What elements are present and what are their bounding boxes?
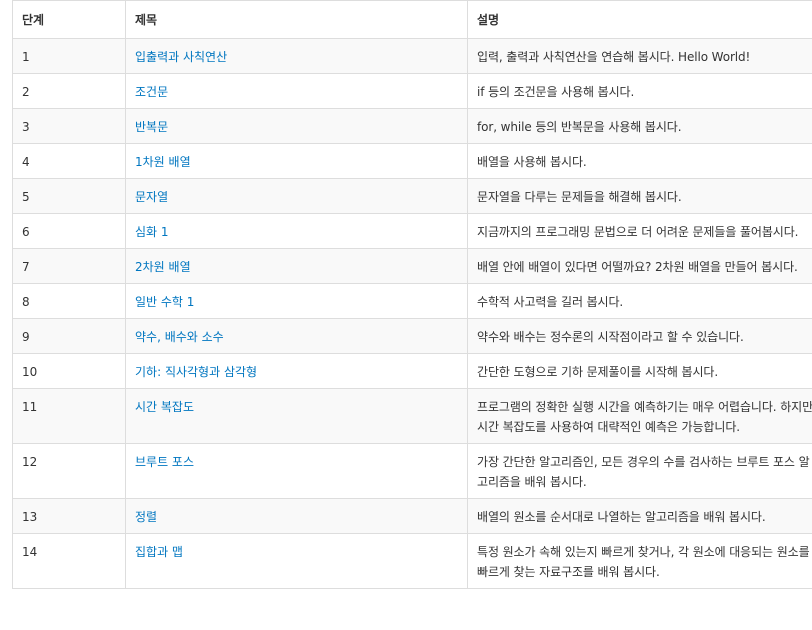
table-row: 2 조건문 if 등의 조건문을 사용해 봅시다. — [12, 73, 812, 109]
row-title-link[interactable]: 집합과 맵 — [135, 545, 183, 559]
row-title-link[interactable]: 심화 1 — [135, 225, 169, 239]
table-body: 1 입출력과 사칙연산 입력, 출력과 사칙연산을 연습해 봅시다. Hello… — [12, 38, 812, 589]
row-title-cell: 1차원 배열 — [125, 143, 468, 179]
row-title-link[interactable]: 반복문 — [135, 120, 168, 134]
row-description: 약수와 배수는 정수론의 시작점이라고 할 수 있습니다. — [467, 318, 812, 354]
row-title-link[interactable]: 일반 수학 1 — [135, 295, 194, 309]
row-step: 13 — [12, 498, 126, 534]
row-title-link[interactable]: 브루트 포스 — [135, 455, 194, 469]
row-title-link[interactable]: 문자열 — [135, 190, 168, 204]
table-row: 5 문자열 문자열을 다루는 문제들을 해결해 봅시다. — [12, 178, 812, 214]
row-description: 가장 간단한 알고리즘인, 모든 경우의 수를 검사하는 브루트 포스 알고리즘… — [467, 443, 812, 499]
row-title-link[interactable]: 정렬 — [135, 510, 157, 524]
row-title-cell: 집합과 맵 — [125, 533, 468, 589]
row-description: 문자열을 다루는 문제들을 해결해 봅시다. — [467, 178, 812, 214]
table-row: 13 정렬 배열의 원소를 순서대로 나열하는 알고리즘을 배워 봅시다. — [12, 498, 812, 534]
row-description: 입력, 출력과 사칙연산을 연습해 봅시다. Hello World! — [467, 38, 812, 74]
row-step: 2 — [12, 73, 126, 109]
table-row: 1 입출력과 사칙연산 입력, 출력과 사칙연산을 연습해 봅시다. Hello… — [12, 38, 812, 74]
row-description: 간단한 도형으로 기하 문제풀이를 시작해 봅시다. — [467, 353, 812, 389]
table-row: 8 일반 수학 1 수학적 사고력을 길러 봅시다. — [12, 283, 812, 319]
table-row: 11 시간 복잡도 프로그램의 정확한 실행 시간을 예측하기는 매우 어렵습니… — [12, 388, 812, 444]
row-title-cell: 일반 수학 1 — [125, 283, 468, 319]
row-title-cell: 기하: 직사각형과 삼각형 — [125, 353, 468, 389]
row-title-link[interactable]: 입출력과 사칙연산 — [135, 50, 227, 64]
row-title-cell: 2차원 배열 — [125, 248, 468, 284]
row-step: 7 — [12, 248, 126, 284]
row-step: 4 — [12, 143, 126, 179]
row-title-cell: 약수, 배수와 소수 — [125, 318, 468, 354]
row-title-cell: 조건문 — [125, 73, 468, 109]
row-step: 10 — [12, 353, 126, 389]
table-row: 12 브루트 포스 가장 간단한 알고리즘인, 모든 경우의 수를 검사하는 브… — [12, 443, 812, 499]
step-table: 단계 제목 설명 1 입출력과 사칙연산 입력, 출력과 사칙연산을 연습해 봅… — [12, 0, 812, 589]
row-title-cell: 반복문 — [125, 108, 468, 144]
table-row: 6 심화 1 지금까지의 프로그래밍 문법으로 더 어려운 문제들을 풀어봅시다… — [12, 213, 812, 249]
table-row: 9 약수, 배수와 소수 약수와 배수는 정수론의 시작점이라고 할 수 있습니… — [12, 318, 812, 354]
row-title-cell: 문자열 — [125, 178, 468, 214]
row-description: 프로그램의 정확한 실행 시간을 예측하기는 매우 어렵습니다. 하지만 시간 … — [467, 388, 812, 444]
row-step: 8 — [12, 283, 126, 319]
table-header: 단계 제목 설명 — [12, 0, 812, 39]
table-row: 14 집합과 맵 특정 원소가 속해 있는지 빠르게 찾거나, 각 원소에 대응… — [12, 533, 812, 589]
table-row: 3 반복문 for, while 등의 반복문을 사용해 봅시다. — [12, 108, 812, 144]
row-step: 6 — [12, 213, 126, 249]
table-row: 4 1차원 배열 배열을 사용해 봅시다. — [12, 143, 812, 179]
row-title-cell: 입출력과 사칙연산 — [125, 38, 468, 74]
row-title-cell: 브루트 포스 — [125, 443, 468, 499]
row-step: 11 — [12, 388, 126, 444]
row-description: 배열 안에 배열이 있다면 어떨까요? 2차원 배열을 만들어 봅시다. — [467, 248, 812, 284]
header-title: 제목 — [125, 0, 468, 39]
row-description: 지금까지의 프로그래밍 문법으로 더 어려운 문제들을 풀어봅시다. — [467, 213, 812, 249]
row-step: 9 — [12, 318, 126, 354]
table-row: 10 기하: 직사각형과 삼각형 간단한 도형으로 기하 문제풀이를 시작해 봅… — [12, 353, 812, 389]
row-step: 3 — [12, 108, 126, 144]
row-step: 5 — [12, 178, 126, 214]
row-title-link[interactable]: 시간 복잡도 — [135, 400, 194, 414]
row-title-link[interactable]: 2차원 배열 — [135, 260, 191, 274]
row-description: 배열의 원소를 순서대로 나열하는 알고리즘을 배워 봅시다. — [467, 498, 812, 534]
header-step: 단계 — [12, 0, 126, 39]
table-row: 7 2차원 배열 배열 안에 배열이 있다면 어떨까요? 2차원 배열을 만들어… — [12, 248, 812, 284]
header-description: 설명 — [467, 0, 812, 39]
row-description: 특정 원소가 속해 있는지 빠르게 찾거나, 각 원소에 대응되는 원소를 빠르… — [467, 533, 812, 589]
row-title-link[interactable]: 약수, 배수와 소수 — [135, 330, 224, 344]
step-table-container: 단계 제목 설명 1 입출력과 사칙연산 입력, 출력과 사칙연산을 연습해 봅… — [12, 0, 812, 589]
row-title-link[interactable]: 기하: 직사각형과 삼각형 — [135, 365, 257, 379]
row-title-cell: 시간 복잡도 — [125, 388, 468, 444]
row-step: 12 — [12, 443, 126, 499]
row-description: 배열을 사용해 봅시다. — [467, 143, 812, 179]
row-description: 수학적 사고력을 길러 봅시다. — [467, 283, 812, 319]
row-description: for, while 등의 반복문을 사용해 봅시다. — [467, 108, 812, 144]
row-step: 14 — [12, 533, 126, 589]
header-row: 단계 제목 설명 — [12, 0, 812, 39]
row-title-cell: 정렬 — [125, 498, 468, 534]
row-title-cell: 심화 1 — [125, 213, 468, 249]
row-description: if 등의 조건문을 사용해 봅시다. — [467, 73, 812, 109]
row-title-link[interactable]: 1차원 배열 — [135, 155, 191, 169]
row-step: 1 — [12, 38, 126, 74]
row-title-link[interactable]: 조건문 — [135, 85, 168, 99]
